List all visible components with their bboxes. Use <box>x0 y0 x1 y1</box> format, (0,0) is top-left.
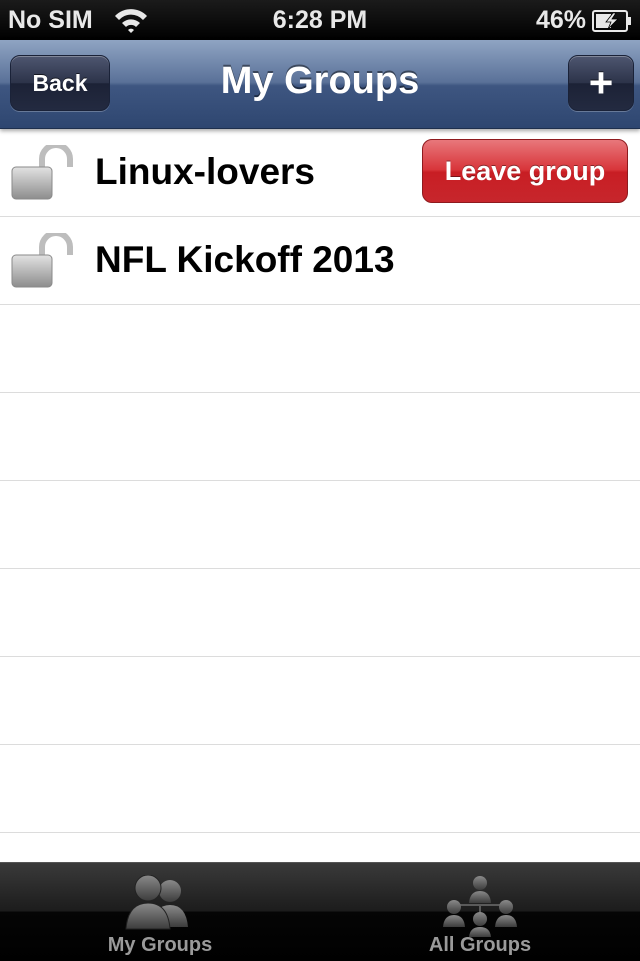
unlocked-padlock-icon <box>11 233 73 288</box>
empty-row <box>0 393 640 481</box>
tab-label: My Groups <box>107 934 213 956</box>
battery-percentage: 46% <box>535 6 586 34</box>
page-title: My Groups <box>220 60 420 102</box>
people-network-icon <box>443 876 517 937</box>
empty-row <box>0 657 640 745</box>
group-name: Linux-lovers <box>95 151 315 192</box>
status-bar: No SIM 6:28 PM 46% <box>0 0 640 40</box>
tab-all-groups[interactable]: All Groups <box>320 863 640 961</box>
two-people-icon <box>125 875 188 930</box>
empty-row <box>0 833 640 861</box>
empty-row <box>0 745 640 833</box>
navigation-bar: Back My Groups + <box>0 40 640 129</box>
battery-charging-icon <box>592 10 631 32</box>
empty-row <box>0 481 640 569</box>
unlocked-padlock-icon <box>11 145 73 200</box>
group-name: NFL Kickoff 2013 <box>95 239 395 280</box>
tab-bar: My Groups All Groups <box>0 862 640 961</box>
leave-group-button[interactable]: Leave group <box>422 139 628 203</box>
empty-row <box>0 569 640 657</box>
add-group-button[interactable]: + <box>568 55 634 111</box>
group-row[interactable]: NFL Kickoff 2013 <box>0 217 640 305</box>
tab-my-groups[interactable]: My Groups <box>0 863 320 961</box>
group-row[interactable]: Linux-lovers Leave group <box>0 129 640 217</box>
tab-label: All Groups <box>428 934 532 956</box>
empty-row <box>0 305 640 393</box>
group-list: Linux-lovers Leave group NFL Kickoff 201… <box>0 129 640 861</box>
